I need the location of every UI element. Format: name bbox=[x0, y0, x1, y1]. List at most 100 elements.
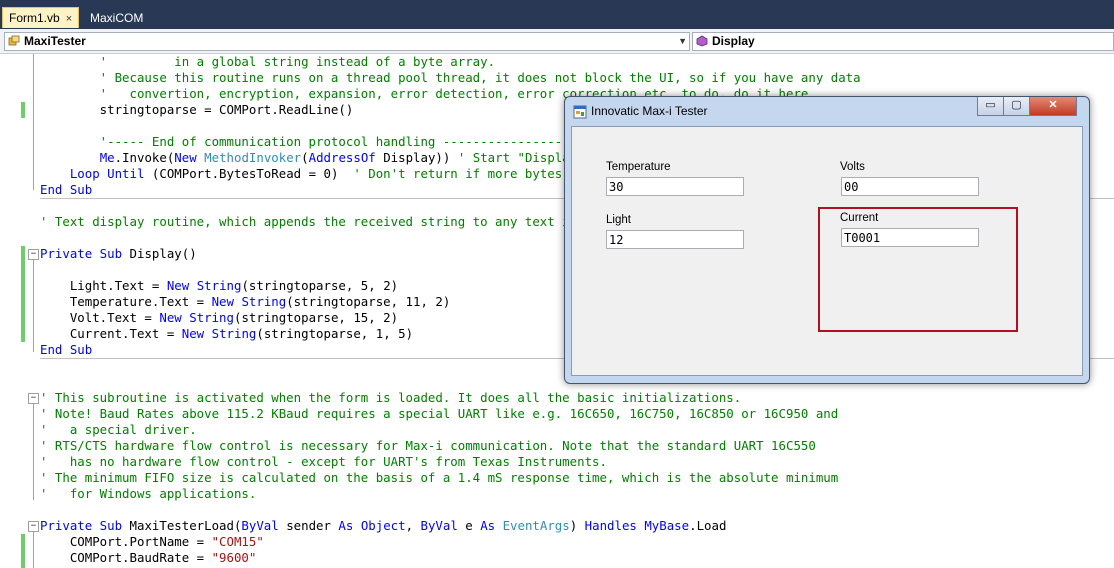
outline-line bbox=[33, 532, 34, 568]
navigation-bar: MaxiTester ▼ Display bbox=[0, 29, 1114, 54]
maximize-button[interactable]: ▢ bbox=[1003, 97, 1030, 116]
outline-line bbox=[33, 54, 34, 190]
code-token: COMPort.BaudRate = bbox=[40, 550, 212, 565]
code-line[interactable]: ' Because this routine runs on a thread … bbox=[40, 70, 861, 86]
code-token: (stringtoparse, 1, 5) bbox=[256, 326, 414, 341]
code-token: Loop Until bbox=[69, 166, 145, 181]
code-token: (stringtoparse, 11, 2) bbox=[286, 294, 451, 309]
code-token: "COM15" bbox=[211, 534, 264, 549]
code-token: New bbox=[166, 278, 190, 293]
code-token: ' for Windows applications. bbox=[40, 486, 257, 501]
form-app-icon bbox=[573, 105, 587, 119]
code-line[interactable]: ' for Windows applications. bbox=[40, 486, 861, 502]
code-token: ' a special driver. bbox=[40, 422, 197, 437]
code-token: ' RTS/CTS hardware flow control is neces… bbox=[40, 438, 816, 453]
tab-label: MaxiCOM bbox=[90, 11, 144, 25]
code-token: MethodInvoker bbox=[204, 150, 302, 165]
code-token: ' Start "Displa bbox=[457, 150, 570, 165]
code-token: Object bbox=[360, 518, 406, 533]
code-token: ' has no hardware flow control - except … bbox=[40, 454, 607, 469]
code-line[interactable]: ' RTS/CTS hardware flow control is neces… bbox=[40, 438, 861, 454]
collapse-icon[interactable]: − bbox=[28, 521, 39, 532]
code-token: ' The minimum FIFO size is calculated on… bbox=[40, 470, 839, 485]
code-token: As bbox=[480, 518, 496, 533]
code-token: ' Don't return if more bytes bbox=[353, 166, 563, 181]
light-label: Light bbox=[606, 214, 631, 226]
close-tab-icon[interactable]: × bbox=[66, 13, 72, 25]
method-icon bbox=[696, 35, 708, 47]
code-token: .Invoke( bbox=[114, 150, 175, 165]
code-token: String bbox=[189, 310, 234, 325]
code-line[interactable]: ' This subroutine is activated when the … bbox=[40, 390, 861, 406]
code-line[interactable]: ' Note! Baud Rates above 115.2 KBaud req… bbox=[40, 406, 861, 422]
collapse-icon[interactable]: − bbox=[28, 393, 39, 404]
code-token: New bbox=[181, 326, 205, 341]
class-dropdown[interactable]: MaxiTester ▼ bbox=[4, 32, 690, 51]
collapse-icon[interactable]: − bbox=[28, 249, 39, 260]
code-token: Temperature.Text = bbox=[40, 294, 212, 309]
light-textbox[interactable]: 12 bbox=[606, 230, 744, 249]
code-token: MaxiTesterLoad( bbox=[122, 518, 242, 533]
code-token: (COMPort.BytesToRead = 0) bbox=[144, 166, 354, 181]
minimize-button[interactable]: ▭ bbox=[977, 97, 1004, 116]
code-token: String bbox=[196, 278, 242, 293]
code-token: New bbox=[174, 150, 197, 165]
code-token: End Sub bbox=[40, 182, 93, 197]
temperature-textbox[interactable]: 30 bbox=[606, 177, 744, 196]
class-dropdown-value: MaxiTester bbox=[24, 34, 86, 48]
code-token: .Load bbox=[689, 518, 727, 533]
outline-line bbox=[33, 404, 34, 500]
code-line[interactable]: ' in a global string instead of a byte a… bbox=[40, 54, 861, 70]
code-token: ( bbox=[301, 150, 309, 165]
close-button[interactable]: ✕ bbox=[1029, 97, 1077, 116]
change-marker bbox=[21, 534, 25, 568]
change-marker bbox=[21, 246, 25, 342]
code-token: e bbox=[457, 518, 481, 533]
method-dropdown-value: Display bbox=[712, 34, 755, 48]
code-token: (stringtoparse, 5, 2) bbox=[241, 278, 399, 293]
code-token: ' This subroutine is activated when the … bbox=[40, 390, 742, 405]
code-token: ' Because this routine runs on a thread … bbox=[40, 70, 861, 85]
code-token: AddressOf bbox=[308, 150, 376, 165]
tab-maxicom[interactable]: MaxiCOM bbox=[84, 8, 149, 28]
code-token: , bbox=[405, 518, 421, 533]
code-line[interactable] bbox=[40, 502, 861, 518]
code-token: "9600" bbox=[211, 550, 257, 565]
code-token: String bbox=[211, 326, 257, 341]
code-token: ' bbox=[40, 54, 115, 69]
code-line[interactable]: ' a special driver. bbox=[40, 422, 861, 438]
code-token: (stringtoparse, 15, 2) bbox=[233, 310, 399, 325]
outline-line bbox=[33, 260, 34, 352]
code-token: ) bbox=[569, 518, 585, 533]
code-token: Private Sub bbox=[40, 246, 123, 261]
temperature-label: Temperature bbox=[606, 161, 671, 173]
code-token: sender bbox=[278, 518, 339, 533]
code-token: in a global string instead of a byte arr… bbox=[114, 54, 496, 69]
code-token: As bbox=[338, 518, 354, 533]
class-icon bbox=[8, 35, 20, 46]
code-token: New bbox=[211, 294, 234, 309]
code-token: End Sub bbox=[40, 342, 93, 357]
code-token: New bbox=[159, 310, 182, 325]
code-line[interactable]: COMPort.PortName = "COM15" bbox=[40, 534, 861, 550]
code-token: EventArgs bbox=[502, 518, 570, 533]
code-token: Display)) bbox=[375, 150, 458, 165]
window-title: Innovatic Max-i Tester bbox=[591, 104, 708, 118]
volts-textbox[interactable]: 00 bbox=[841, 177, 979, 196]
code-line[interactable]: ' The minimum FIFO size is calculated on… bbox=[40, 470, 861, 486]
code-token: MyBase bbox=[644, 518, 690, 533]
document-tab-bar: Form1.vb × MaxiCOM bbox=[0, 0, 1114, 29]
code-token: Private Sub bbox=[40, 518, 123, 533]
code-line[interactable]: ' has no hardware flow control - except … bbox=[40, 454, 861, 470]
tab-form1-vb[interactable]: Form1.vb × bbox=[2, 7, 80, 28]
code-line[interactable]: Private Sub MaxiTesterLoad(ByVal sender … bbox=[40, 518, 861, 534]
method-dropdown[interactable]: Display bbox=[692, 32, 1114, 51]
code-line[interactable]: COMPort.BaudRate = "9600" bbox=[40, 550, 861, 566]
code-token: '----- End of communication protocol han… bbox=[40, 134, 578, 149]
chevron-down-icon[interactable]: ▼ bbox=[678, 33, 687, 50]
